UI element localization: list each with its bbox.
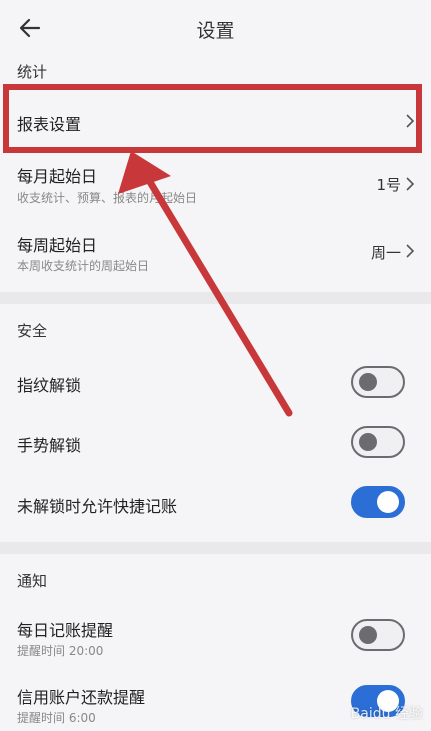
watermark: Baidu 经验 <box>350 706 423 722</box>
annotation-arrow-icon <box>118 151 293 417</box>
